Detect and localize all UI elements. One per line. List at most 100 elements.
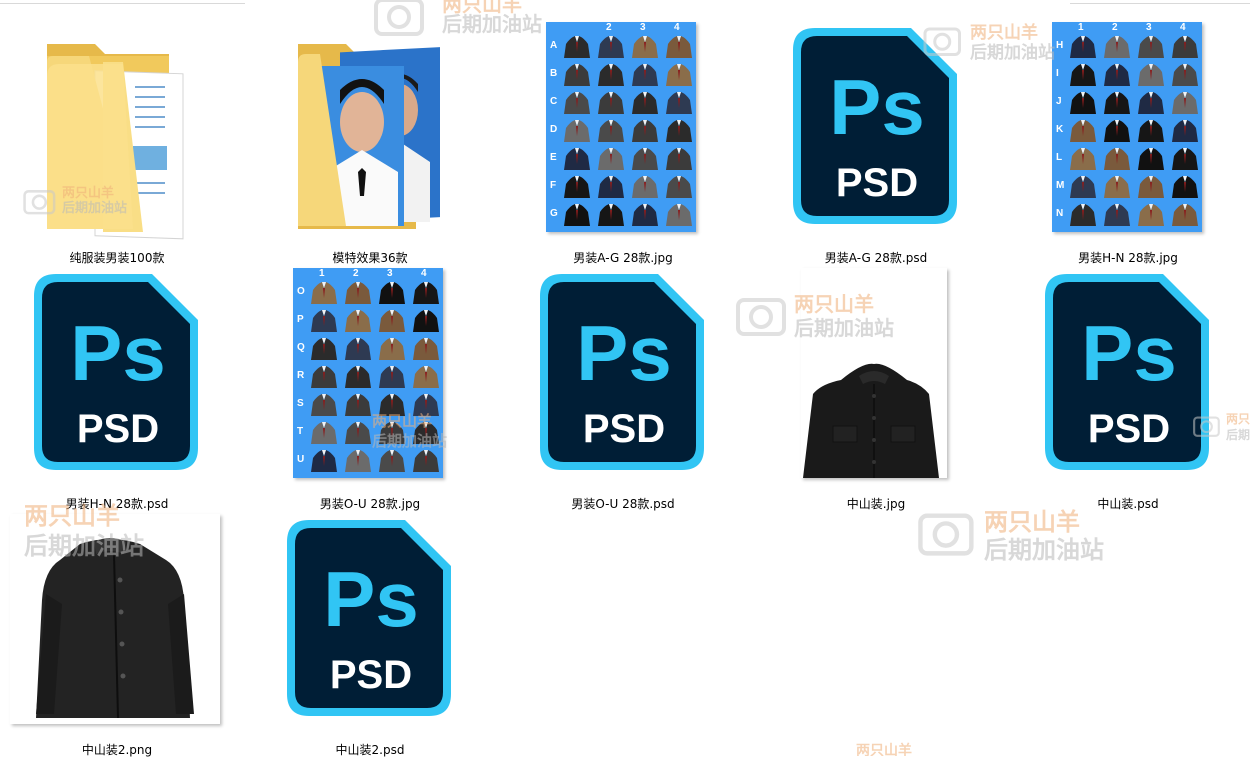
suit-swatch [630, 202, 660, 226]
file-item-sheet-hn[interactable]: 1 2 3 4 H I J K L M N 男装H-N 28款.jpg [1028, 22, 1228, 268]
sheet-column-label: 2 [1112, 22, 1118, 33]
file-name: 男装H-N 28款.jpg [1078, 251, 1178, 265]
suit-swatch [411, 420, 441, 444]
suit-swatch [562, 202, 592, 226]
file-name: 模特效果36款 [332, 251, 408, 265]
suit-swatch [1102, 90, 1132, 114]
sheet-row-label: F [550, 180, 557, 191]
file-item-psd-tunic[interactable]: Ps PSD 中山装.psd [1028, 268, 1228, 514]
suit-swatch [1068, 202, 1098, 226]
photoshop-psd-icon: Ps PSD [540, 274, 704, 470]
sheet-row-label: T [297, 426, 304, 437]
suit-swatch [1068, 62, 1098, 86]
suit-swatch [1136, 174, 1166, 198]
suit-swatch [411, 364, 441, 388]
sheet-column-label: 3 [387, 268, 393, 279]
sheet-row-label: O [297, 286, 305, 297]
suit-swatch [1102, 118, 1132, 142]
suit-swatch [1068, 34, 1098, 58]
sheet-row-label: S [297, 398, 304, 409]
suit-swatch [1102, 202, 1132, 226]
suit-swatch [664, 146, 694, 170]
file-item-sheet-ag[interactable]: 2 3 4 A B C D E F G 男装A-G 28款.jpg [523, 22, 723, 268]
suit-swatch [562, 90, 592, 114]
suit-swatch [1136, 118, 1166, 142]
suit-swatch [377, 392, 407, 416]
suit-swatch [630, 90, 660, 114]
suit-swatch [596, 90, 626, 114]
suit-swatch [596, 62, 626, 86]
sheet-column-label: 4 [421, 268, 427, 279]
suit-swatch [411, 392, 441, 416]
suit-swatch [377, 420, 407, 444]
sheet-row-label: N [1056, 208, 1064, 219]
folder-icon [47, 44, 184, 240]
sheet-column-label: 2 [353, 268, 359, 279]
suit-swatch [309, 308, 339, 332]
suit-swatch [630, 174, 660, 198]
sheet-column-label: 1 [319, 268, 325, 279]
file-name: 男装O-U 28款.psd [571, 497, 675, 511]
suit-swatch [1102, 146, 1132, 170]
suit-swatch [630, 34, 660, 58]
file-item-folder-clothes[interactable]: 纯服装男装100款 [17, 22, 217, 268]
photoshop-psd-icon: Ps PSD [793, 28, 957, 224]
suit-swatch [377, 364, 407, 388]
file-item-sheet-ou[interactable]: 1 2 3 4 O P Q R S T U 男装O-U 28款.jpg [270, 268, 470, 514]
suit-swatch [1136, 34, 1166, 58]
sheet-row-label: M [1056, 180, 1065, 191]
suit-swatch [1102, 174, 1132, 198]
file-grid: 纯服装男装100款 模特效果36款 2 3 4 A B C D E F G 男装A-G 28款.j… [0, 0, 1250, 757]
suit-swatch [309, 364, 339, 388]
suit-swatch [309, 336, 339, 360]
file-item-psd-ou[interactable]: Ps PSD 男装O-U 28款.psd [523, 268, 723, 514]
svg-text:Ps: Ps [1081, 309, 1176, 397]
suit-swatch [664, 62, 694, 86]
file-name: 男装H-N 28款.psd [65, 497, 169, 511]
file-item-psd-ag[interactable]: Ps PSD 男装A-G 28款.psd [776, 22, 976, 268]
suit-swatch [1170, 146, 1200, 170]
suit-swatch [630, 146, 660, 170]
suit-swatch [630, 62, 660, 86]
suit-swatch [1102, 62, 1132, 86]
file-name: 中山装.psd [1097, 497, 1159, 511]
suit-swatch [343, 392, 373, 416]
photoshop-psd-icon: Ps PSD [34, 274, 198, 470]
file-item-jacket-png[interactable]: 中山装2.png [10, 514, 220, 760]
suit-swatch [562, 174, 592, 198]
file-item-psd-hn[interactable]: Ps PSD 男装H-N 28款.psd [17, 268, 217, 514]
tunic-photo-thumbnail [801, 268, 947, 478]
sheet-row-label: A [550, 40, 558, 51]
suit-swatch [1170, 202, 1200, 226]
file-item-psd-jacket[interactable]: Ps PSD 中山装2.psd [270, 514, 470, 760]
photoshop-psd-icon: Ps PSD [287, 520, 451, 716]
suit-swatch [664, 90, 694, 114]
file-item-tunic-jpg[interactable]: 中山装.jpg [776, 268, 976, 514]
suit-swatch [630, 118, 660, 142]
suit-swatch [309, 448, 339, 472]
sheet-column-label: 4 [1180, 22, 1186, 33]
suit-sheet-thumbnail: 2 3 4 A B C D E F G [546, 22, 696, 232]
suit-swatch [596, 34, 626, 58]
sheet-row-label: H [1056, 40, 1064, 51]
suit-swatch [596, 202, 626, 226]
sheet-row-label: I [1056, 68, 1059, 79]
suit-swatch [562, 118, 592, 142]
suit-swatch [1170, 90, 1200, 114]
suit-swatch [309, 280, 339, 304]
suit-sheet-thumbnail: 1 2 3 4 H I J K L M N [1052, 22, 1202, 232]
suit-swatch [411, 336, 441, 360]
sheet-row-label: P [297, 314, 304, 325]
suit-swatch [343, 336, 373, 360]
suit-swatch [411, 308, 441, 332]
suit-swatch [664, 202, 694, 226]
suit-swatch [596, 118, 626, 142]
suit-swatch [411, 448, 441, 472]
svg-text:PSD: PSD [77, 407, 159, 451]
suit-swatch [1136, 62, 1166, 86]
svg-text:PSD: PSD [583, 407, 665, 451]
jacket-photo-thumbnail [10, 514, 220, 724]
svg-text:Ps: Ps [323, 555, 418, 643]
file-item-folder-models[interactable]: 模特效果36款 [270, 22, 470, 268]
suit-swatch [343, 308, 373, 332]
